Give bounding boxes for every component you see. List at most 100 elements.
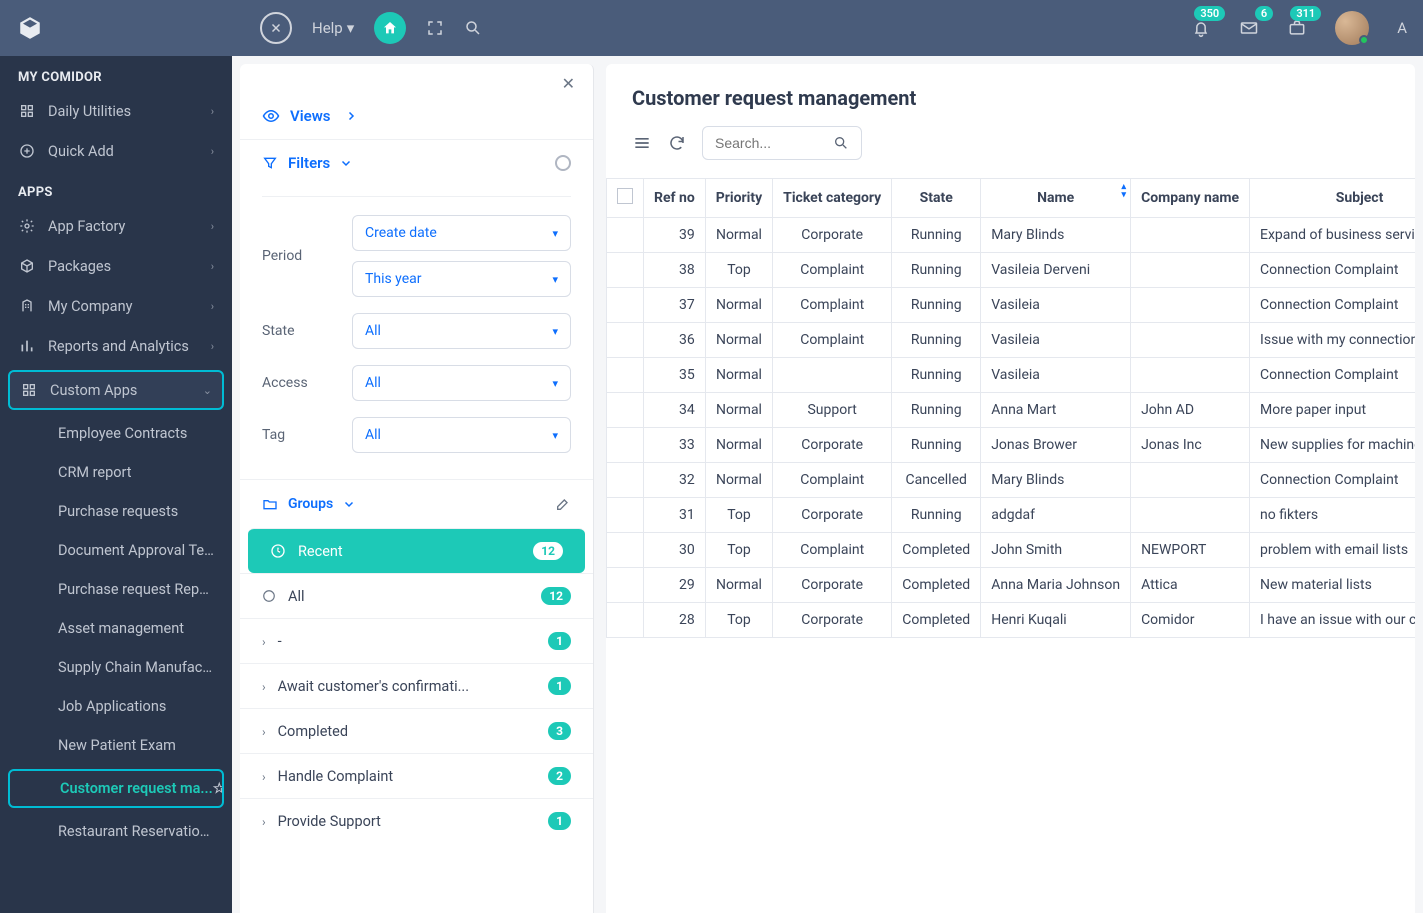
period-select-1[interactable]: Create date▾ xyxy=(352,215,571,251)
table-row[interactable]: 35NormalRunningVasileiaConnection Compla… xyxy=(607,358,1416,393)
sidebar-sub-crm-report[interactable]: CRM report xyxy=(0,453,232,492)
cell-checkbox[interactable] xyxy=(607,253,644,288)
tag-select[interactable]: All▾ xyxy=(352,417,571,453)
avatar[interactable] xyxy=(1335,11,1369,45)
checkbox-icon[interactable] xyxy=(617,188,633,204)
search-box[interactable] xyxy=(702,126,862,160)
cell-checkbox[interactable] xyxy=(607,498,644,533)
group-item[interactable]: ›-1 xyxy=(240,618,593,663)
sidebar-sub-new-patient[interactable]: New Patient Exam xyxy=(0,726,232,765)
table-row[interactable]: 32NormalComplaintCancelledMary BlindsCon… xyxy=(607,463,1416,498)
sidebar-sub-employee-contracts[interactable]: Employee Contracts xyxy=(0,414,232,453)
table-row[interactable]: 29NormalCorporateCompletedAnna Maria Joh… xyxy=(607,568,1416,603)
search-icon[interactable] xyxy=(833,135,849,151)
state-select[interactable]: All▾ xyxy=(352,313,571,349)
table-row[interactable]: 39NormalCorporateRunningMary BlindsExpan… xyxy=(607,218,1416,253)
cell-checkbox[interactable] xyxy=(607,323,644,358)
table-row[interactable]: 33NormalCorporateRunningJonas BrowerJona… xyxy=(607,428,1416,463)
sidebar-sub-job-apps[interactable]: Job Applications xyxy=(0,687,232,726)
group-item[interactable]: ›Handle Complaint2 xyxy=(240,753,593,798)
search-input[interactable] xyxy=(715,135,823,151)
sidebar-item-quick-add[interactable]: Quick Add › xyxy=(0,131,232,171)
sidebar-sub-purchase-requests[interactable]: Purchase requests xyxy=(0,492,232,531)
col-state[interactable]: State xyxy=(892,179,981,218)
table-row[interactable]: 34NormalSupportRunningAnna MartJohn ADMo… xyxy=(607,393,1416,428)
cell-category: Complaint xyxy=(773,288,892,323)
chevron-down-icon: ▾ xyxy=(552,227,558,240)
cell-checkbox[interactable] xyxy=(607,393,644,428)
table-row[interactable]: 38TopComplaintRunningVasileia DerveniCon… xyxy=(607,253,1416,288)
cell-subject: More paper input xyxy=(1250,393,1415,428)
sidebar-sub-doc-approval[interactable]: Document Approval Test xyxy=(0,531,232,570)
cell-checkbox[interactable] xyxy=(607,428,644,463)
groups-header[interactable]: Groups xyxy=(240,479,593,528)
cell-checkbox[interactable] xyxy=(607,218,644,253)
table-row[interactable]: 28TopCorporateCompletedHenri KuqaliComid… xyxy=(607,603,1416,638)
cell-subject: Connection Complaint xyxy=(1250,253,1415,288)
cell-checkbox[interactable] xyxy=(607,358,644,393)
sidebar-item-custom-apps[interactable]: Custom Apps ⌄ xyxy=(8,370,224,410)
sidebar-item-label: Quick Add xyxy=(48,143,114,160)
col-refno[interactable]: Ref no xyxy=(644,179,706,218)
menu-icon[interactable] xyxy=(632,133,652,153)
sidebar-item-label: Reports and Analytics xyxy=(48,338,189,355)
chevron-down-icon: ⌄ xyxy=(203,384,212,397)
fullscreen-icon[interactable] xyxy=(426,19,444,37)
sidebar: MY COMIDOR Daily Utilities › Quick Add ›… xyxy=(0,56,232,913)
help-dropdown[interactable]: Help ▾ xyxy=(312,19,354,37)
views-label: Views xyxy=(290,107,331,125)
refresh-icon[interactable] xyxy=(668,134,686,152)
cell-checkbox[interactable] xyxy=(607,533,644,568)
col-company[interactable]: Company name xyxy=(1131,179,1250,218)
group-item[interactable]: All12 xyxy=(240,573,593,618)
sidebar-sub-supply-chain[interactable]: Supply Chain Manufactu... xyxy=(0,648,232,687)
search-icon[interactable] xyxy=(464,19,482,37)
col-subject[interactable]: Subject xyxy=(1250,179,1415,218)
col-priority[interactable]: Priority xyxy=(705,179,772,218)
col-category[interactable]: Ticket category xyxy=(773,179,892,218)
table-row[interactable]: 31TopCorporateRunningadgdafno fikters xyxy=(607,498,1416,533)
cell-priority: Top xyxy=(705,533,772,568)
col-checkbox[interactable] xyxy=(607,179,644,218)
group-item[interactable]: Recent12 xyxy=(248,528,585,573)
table-row[interactable]: 30TopComplaintCompletedJohn SmithNEWPORT… xyxy=(607,533,1416,568)
notifications-bell[interactable]: 350 xyxy=(1191,18,1211,38)
sidebar-item-daily-utilities[interactable]: Daily Utilities › xyxy=(0,91,232,131)
sidebar-sub-purchase-report[interactable]: Purchase request Report xyxy=(0,570,232,609)
group-item[interactable]: ›Provide Support1 xyxy=(240,798,593,843)
sidebar-item-reports[interactable]: Reports and Analytics › xyxy=(0,326,232,366)
cell-checkbox[interactable] xyxy=(607,463,644,498)
cell-company: Jonas Inc xyxy=(1131,428,1250,463)
package-icon xyxy=(18,257,36,275)
notifications-mail[interactable]: 6 xyxy=(1239,18,1259,38)
sidebar-item-packages[interactable]: Packages › xyxy=(0,246,232,286)
sidebar-sub-asset-mgmt[interactable]: Asset management xyxy=(0,609,232,648)
sidebar-sub-customer-request[interactable]: Customer request ma... ☆ xyxy=(8,769,224,808)
views-toggle[interactable]: Views xyxy=(240,93,593,139)
star-outline-icon[interactable]: ☆ xyxy=(213,780,224,797)
close-button[interactable] xyxy=(260,12,292,44)
filters-toggle[interactable]: Filters xyxy=(240,139,593,186)
sidebar-item-app-factory[interactable]: App Factory › xyxy=(0,206,232,246)
sidebar-sub-restaurant[interactable]: Restaurant Reservation ... xyxy=(0,812,232,851)
cell-checkbox[interactable] xyxy=(607,568,644,603)
table-row[interactable]: 36NormalComplaintRunningVasileiaIssue wi… xyxy=(607,323,1416,358)
sidebar-item-my-company[interactable]: My Company › xyxy=(0,286,232,326)
close-icon[interactable]: ✕ xyxy=(562,74,575,93)
presence-dot xyxy=(1359,35,1369,45)
cell-checkbox[interactable] xyxy=(607,603,644,638)
home-button[interactable] xyxy=(374,12,406,44)
main-content: Customer request management Ref no Prior… xyxy=(606,64,1415,913)
group-item[interactable]: ›Await customer's confirmati...1 xyxy=(240,663,593,708)
table-row[interactable]: 37NormalComplaintRunningVasileiaConnecti… xyxy=(607,288,1416,323)
notifications-case[interactable]: 311 xyxy=(1287,18,1307,38)
group-item[interactable]: ›Completed3 xyxy=(240,708,593,753)
access-select[interactable]: All▾ xyxy=(352,365,571,401)
cell-priority: Top xyxy=(705,498,772,533)
edit-icon[interactable] xyxy=(555,496,571,512)
cell-checkbox[interactable] xyxy=(607,288,644,323)
col-name[interactable]: Name▴▾ xyxy=(981,179,1131,218)
cell-refno: 38 xyxy=(644,253,706,288)
period-select-2[interactable]: This year▾ xyxy=(352,261,571,297)
app-logo[interactable] xyxy=(16,14,44,42)
